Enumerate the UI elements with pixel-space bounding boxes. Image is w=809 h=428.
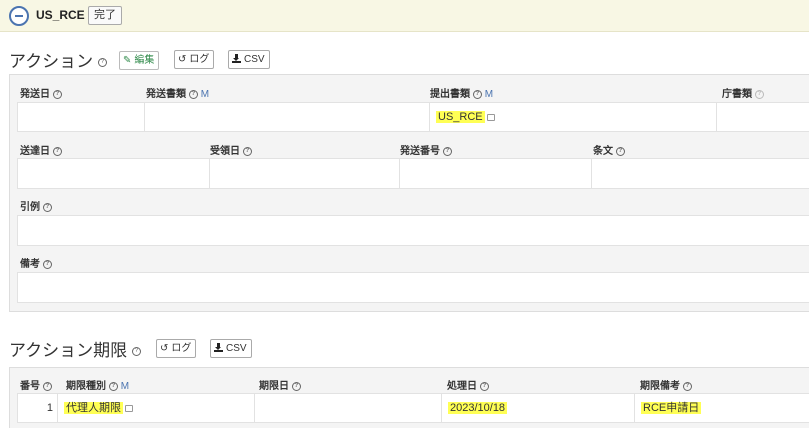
delivery-date-label: 送達日 [20, 142, 62, 157]
receipt-date-field[interactable] [209, 158, 400, 189]
actions-section-title: アクション [9, 47, 107, 72]
deadlines-table: 番号 期限種別 M 期限日 処理日 期限備考 1 代理人期限 2023/10/1… [9, 367, 809, 428]
deadline-remarks-value: RCE申請日 [641, 402, 702, 414]
edit-icon: ✎ [123, 55, 132, 66]
help-icon[interactable] [479, 381, 489, 391]
remarks-field[interactable] [17, 272, 809, 303]
help-icon[interactable] [52, 146, 62, 156]
receipt-date-label: 受領日 [210, 142, 252, 157]
actions-title-text: アクション [9, 52, 94, 71]
deadlines-section-title: アクション期限 [9, 336, 141, 361]
deadline-type-value: 代理人期限 [64, 402, 123, 414]
copy-icon[interactable] [486, 114, 495, 121]
help-icon[interactable] [52, 89, 62, 99]
log-button[interactable]: ↺ ログ [174, 50, 215, 69]
deadline-type-cell[interactable]: 代理人期限 [57, 393, 255, 423]
send-date-field[interactable] [17, 102, 145, 132]
submit-doc-label: 提出書類 M [430, 85, 493, 100]
deadline-log-button[interactable]: ↺ ログ [156, 339, 197, 358]
send-date-label: 発送日 [20, 85, 62, 100]
processed-date-value: 2023/10/18 [448, 402, 508, 414]
deadline-csv-button[interactable]: CSV [210, 339, 252, 358]
send-doc-field[interactable] [144, 102, 430, 132]
send-number-label: 発送番号 [400, 142, 452, 157]
delivery-date-field[interactable] [17, 158, 210, 189]
article-field[interactable] [591, 158, 809, 189]
column-header-processed-date: 処理日 [447, 377, 489, 392]
submit-doc-field[interactable]: US_RCE [429, 102, 717, 132]
download-icon [214, 343, 223, 352]
record-header-bar: US_RCE 完了 [0, 0, 809, 32]
help-icon[interactable] [108, 381, 118, 391]
collapse-icon[interactable] [9, 6, 29, 26]
article-label: 条文 [593, 142, 625, 157]
record-title: US_RCE [36, 8, 85, 22]
help-icon[interactable] [242, 146, 252, 156]
deadline-remarks-cell[interactable]: RCE申請日 [634, 393, 809, 423]
deadline-date-cell[interactable] [254, 393, 442, 423]
download-icon [232, 54, 241, 63]
help-icon[interactable] [42, 202, 52, 212]
help-icon[interactable] [615, 146, 625, 156]
actions-panel: 発送日 発送書類 M 提出書類 M 庁書類 US_RCE 送達日 受領日 発送番… [9, 74, 809, 312]
citation-label: 引例 [20, 198, 52, 213]
history-icon: ↺ [160, 343, 169, 354]
help-icon[interactable] [188, 89, 198, 99]
processed-date-cell[interactable]: 2023/10/18 [441, 393, 635, 423]
remarks-label: 備考 [20, 255, 52, 270]
send-doc-label: 発送書類 M [146, 85, 209, 100]
column-header-remarks: 期限備考 [640, 377, 692, 392]
deadlines-title-text: アクション期限 [9, 341, 128, 360]
help-icon[interactable] [442, 146, 452, 156]
help-icon[interactable] [42, 381, 52, 391]
csv-button[interactable]: CSV [228, 50, 270, 69]
help-icon[interactable] [472, 89, 482, 99]
send-number-field[interactable] [399, 158, 592, 189]
help-icon[interactable] [97, 58, 107, 68]
submit-doc-value: US_RCE [436, 111, 485, 123]
column-header-number: 番号 [20, 377, 52, 392]
column-header-deadline-date: 期限日 [259, 377, 301, 392]
help-icon[interactable] [754, 89, 764, 99]
done-button[interactable]: 完了 [88, 6, 122, 25]
help-icon[interactable] [42, 259, 52, 269]
help-icon[interactable] [291, 381, 301, 391]
copy-icon[interactable] [125, 405, 133, 412]
citation-field[interactable] [17, 215, 809, 246]
history-icon: ↺ [178, 54, 187, 65]
office-doc-field[interactable] [716, 102, 809, 132]
row-number-cell: 1 [17, 393, 58, 423]
column-header-type: 期限種別 M [66, 377, 129, 392]
office-doc-label: 庁書類 [722, 85, 764, 100]
help-icon[interactable] [682, 381, 692, 391]
help-icon[interactable] [131, 347, 141, 357]
edit-button[interactable]: ✎ 編集 [119, 51, 160, 70]
